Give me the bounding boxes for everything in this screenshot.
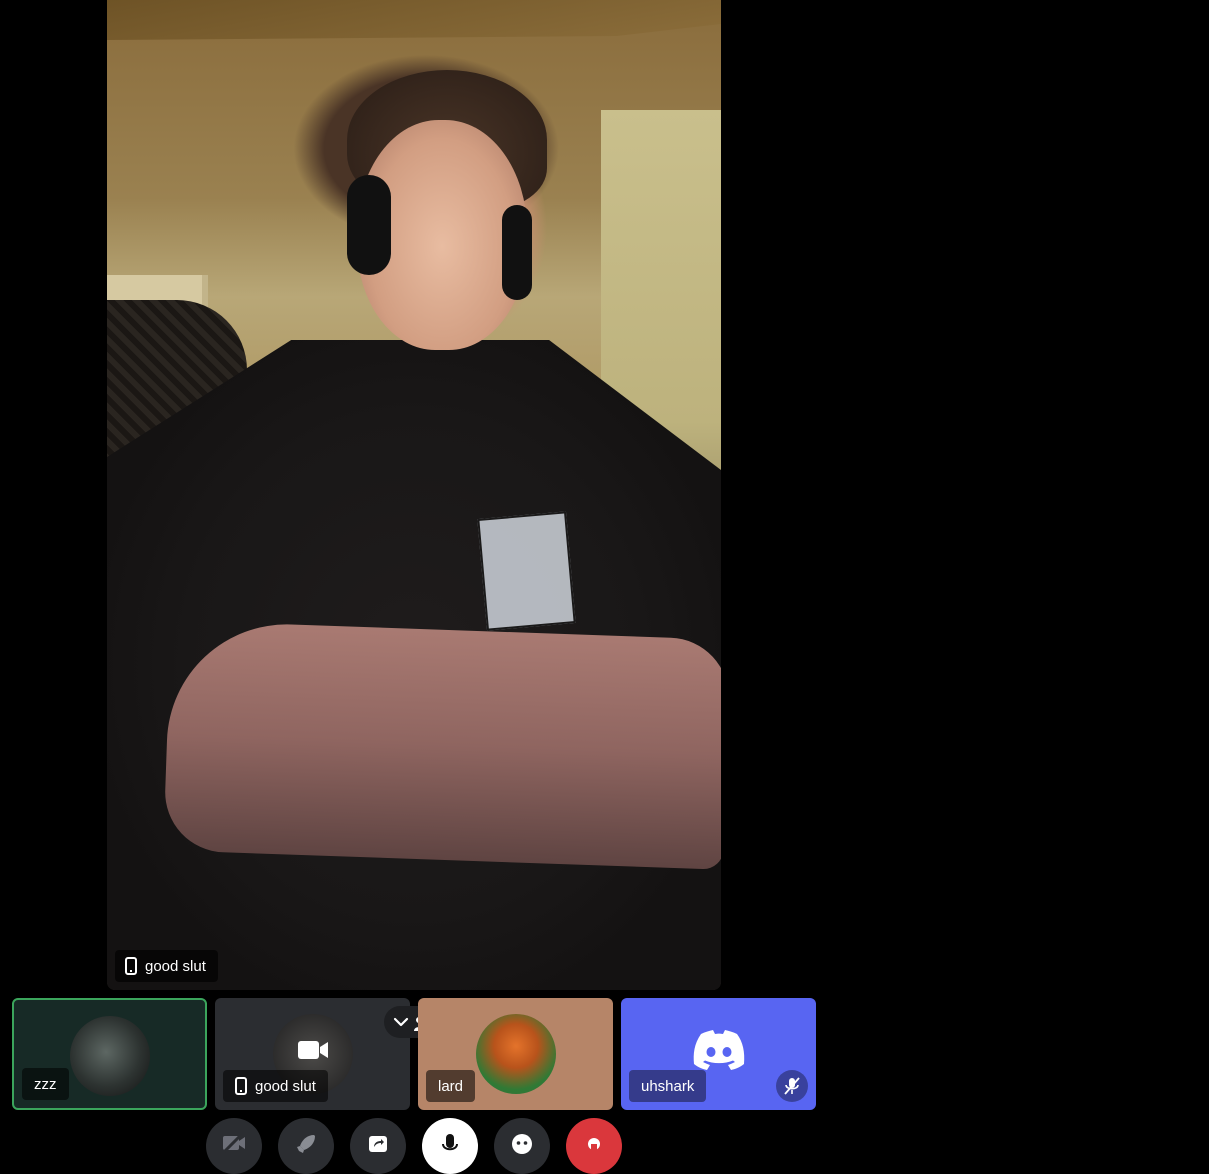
phone-icon [235,1077,247,1095]
activities-button[interactable] [278,1118,334,1174]
participant-name: good slut [255,1077,316,1095]
camera-icon [297,1041,328,1059]
discord-logo [693,1030,744,1070]
soundboard-button[interactable] [494,1118,550,1174]
participant-tile-lard[interactable]: lard [418,998,613,1110]
call-controls [206,1118,622,1174]
main-video-name: good slut [145,957,206,975]
participant-tile-good-slut[interactable]: good slut [215,998,410,1110]
participant-name-label: lard [426,1070,476,1102]
muted-icon [776,1070,808,1102]
phone-hangup-icon [588,1138,600,1152]
share-screen-button[interactable] [350,1118,406,1174]
chevron-down-icon [393,1017,409,1027]
microphone-icon [442,1134,458,1151]
participant-tile-uhshark[interactable]: uhshark [621,998,816,1110]
avatar [69,1016,150,1096]
participant-name: lard [438,1077,464,1095]
camera-off-icon [222,1132,245,1154]
participant-name: uhshark [641,1077,695,1095]
avatar [475,1014,556,1094]
camera-off-button[interactable] [206,1118,262,1174]
soundboard-icon [512,1134,532,1154]
participant-name-label: zzz [22,1068,69,1100]
disconnect-button[interactable] [566,1118,622,1174]
participant-name: zzz [34,1075,57,1093]
main-video-name-label: good slut [115,950,218,982]
main-video-stream[interactable] [107,0,721,990]
participant-name-label: uhshark [629,1070,707,1102]
participant-tile-zzz[interactable]: zzz [12,998,207,1110]
phone-icon [125,957,137,975]
rocket-icon [297,1135,315,1153]
participant-name-label: good slut [223,1070,328,1102]
share-screen-icon [369,1136,387,1152]
microphone-button[interactable] [422,1118,478,1174]
